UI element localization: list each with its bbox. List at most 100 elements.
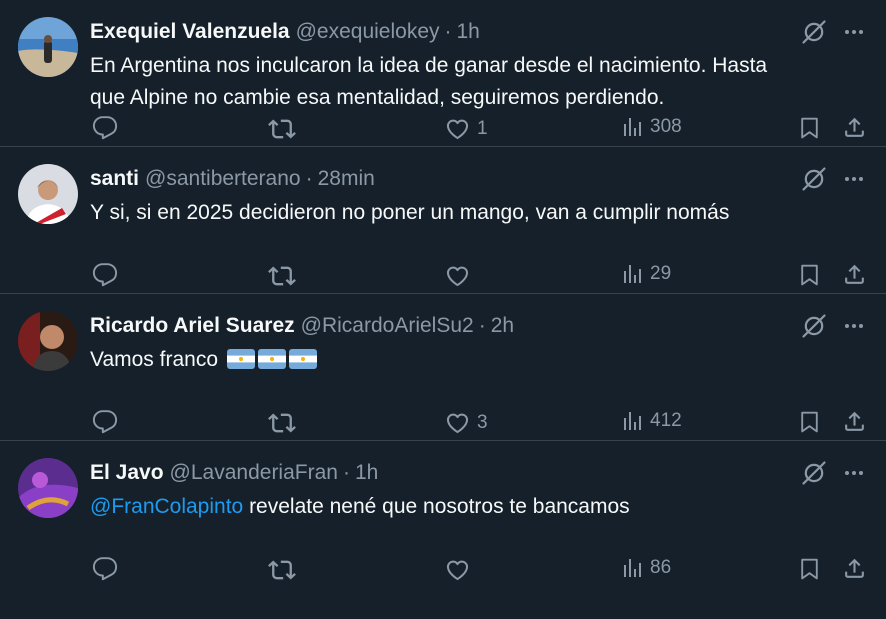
more-icon[interactable] <box>842 314 866 338</box>
tweet-text-body: revelate nené que nosotros te bancamos <box>243 495 630 518</box>
user-handle[interactable]: @RicardoArielSu2 <box>301 314 474 337</box>
tweet-text: Y si, si en 2025 decidieron no poner un … <box>90 201 730 224</box>
action-bar: 29 <box>0 262 886 292</box>
share-button[interactable] <box>842 409 867 434</box>
views-icon <box>620 409 644 433</box>
display-name[interactable]: santi <box>90 167 139 190</box>
like-button[interactable]: 3 <box>444 409 488 436</box>
like-icon <box>444 262 471 289</box>
tweet[interactable]: Ricardo Ariel Suarez @RicardoArielSu2 · 2h … <box>0 294 886 441</box>
share-button[interactable] <box>842 556 867 581</box>
action-bar: 3 412 <box>0 409 886 439</box>
timestamp[interactable]: 1h <box>355 461 378 484</box>
retweet-button[interactable] <box>268 262 296 290</box>
like-button[interactable] <box>444 262 477 289</box>
share-button[interactable] <box>842 115 867 140</box>
bookmark-button[interactable] <box>797 262 822 287</box>
user-handle[interactable]: @exequielokey <box>296 20 440 43</box>
timestamp[interactable]: 1h <box>457 20 480 43</box>
avatar[interactable] <box>18 311 78 371</box>
like-icon <box>444 409 471 436</box>
tweet-header: santi @santiberterano · 28min <box>90 165 375 193</box>
share-icon <box>842 115 867 140</box>
retweet-icon <box>268 115 296 143</box>
grok-icon[interactable] <box>800 312 828 340</box>
separator-dot: · <box>478 314 486 337</box>
display-name[interactable]: Exequiel Valenzuela <box>90 20 290 43</box>
bookmark-button[interactable] <box>797 115 822 140</box>
retweet-button[interactable] <box>268 556 296 584</box>
share-button[interactable] <box>842 262 867 287</box>
reply-button[interactable] <box>92 262 118 288</box>
retweet-icon <box>268 409 296 437</box>
like-count: 3 <box>477 411 488 433</box>
tweet[interactable]: santi @santiberterano · 28min Y si, si en 2… <box>0 147 886 294</box>
tweet-top-actions <box>800 459 866 487</box>
views-button[interactable]: 412 <box>620 409 682 433</box>
tweet-text-body: Vamos franco <box>90 348 218 371</box>
views-icon <box>620 556 644 580</box>
retweet-icon <box>268 556 296 584</box>
user-handle[interactable]: @santiberterano <box>145 167 301 190</box>
view-count: 412 <box>650 410 682 431</box>
timestamp[interactable]: 2h <box>491 314 514 337</box>
bookmark-icon <box>797 556 822 581</box>
share-icon <box>842 409 867 434</box>
tweet-top-actions <box>800 18 866 46</box>
bookmark-icon <box>797 115 822 140</box>
separator-dot: · <box>444 20 452 43</box>
mention-link[interactable]: @FranColapinto <box>90 495 243 518</box>
tweet-header: Ricardo Ariel Suarez @RicardoArielSu2 · 2h <box>90 312 514 340</box>
views-button[interactable]: 86 <box>620 556 671 580</box>
reply-button[interactable] <box>92 556 118 582</box>
bookmark-icon <box>797 262 822 287</box>
tweet[interactable]: El Javo @LavanderiaFran · 1h @FranColapinto… <box>0 441 886 588</box>
argentina-flag-icon <box>227 349 255 369</box>
separator-dot: · <box>305 167 313 190</box>
grok-icon[interactable] <box>800 459 828 487</box>
views-button[interactable]: 29 <box>620 262 671 286</box>
display-name[interactable]: Ricardo Ariel Suarez <box>90 314 295 337</box>
avatar[interactable] <box>18 164 78 224</box>
views-icon <box>620 115 644 139</box>
retweet-button[interactable] <box>268 115 296 143</box>
more-icon[interactable] <box>842 167 866 191</box>
more-icon[interactable] <box>842 461 866 485</box>
reply-button[interactable] <box>92 115 118 141</box>
reply-icon <box>92 556 118 582</box>
timestamp[interactable]: 28min <box>318 167 375 190</box>
tweet-top-actions <box>800 312 866 340</box>
action-bar: 1 308 <box>0 115 886 145</box>
tweet[interactable]: Exequiel Valenzuela @exequielokey · 1h En A… <box>0 0 886 147</box>
like-button[interactable] <box>444 556 477 583</box>
avatar[interactable] <box>18 458 78 518</box>
tweet-top-actions <box>800 165 866 193</box>
argentina-flag-icon <box>289 349 317 369</box>
user-handle[interactable]: @LavanderiaFran <box>170 461 338 484</box>
share-icon <box>842 556 867 581</box>
views-button[interactable]: 308 <box>620 115 682 139</box>
reply-icon <box>92 262 118 288</box>
tweet-text-line: En Argentina nos inculcaron la idea de g… <box>90 54 768 77</box>
bookmark-icon <box>797 409 822 434</box>
tweet-text-line: que Alpine no cambie esa mentalidad, seg… <box>90 86 665 109</box>
views-icon <box>620 262 644 286</box>
bookmark-button[interactable] <box>797 409 822 434</box>
retweet-icon <box>268 262 296 290</box>
tweet-header: Exequiel Valenzuela @exequielokey · 1h <box>90 18 480 46</box>
more-icon[interactable] <box>842 20 866 44</box>
grok-icon[interactable] <box>800 18 828 46</box>
avatar[interactable] <box>18 17 78 77</box>
tweet-header: El Javo @LavanderiaFran · 1h <box>90 459 378 487</box>
display-name[interactable]: El Javo <box>90 461 164 484</box>
bookmark-button[interactable] <box>797 556 822 581</box>
tweet-text: Vamos franco <box>90 344 860 376</box>
like-button[interactable]: 1 <box>444 115 488 142</box>
like-count: 1 <box>477 117 488 139</box>
reply-button[interactable] <box>92 409 118 435</box>
view-count: 29 <box>650 263 672 284</box>
reply-icon <box>92 409 118 435</box>
retweet-button[interactable] <box>268 409 296 437</box>
grok-icon[interactable] <box>800 165 828 193</box>
separator-dot: · <box>342 461 350 484</box>
